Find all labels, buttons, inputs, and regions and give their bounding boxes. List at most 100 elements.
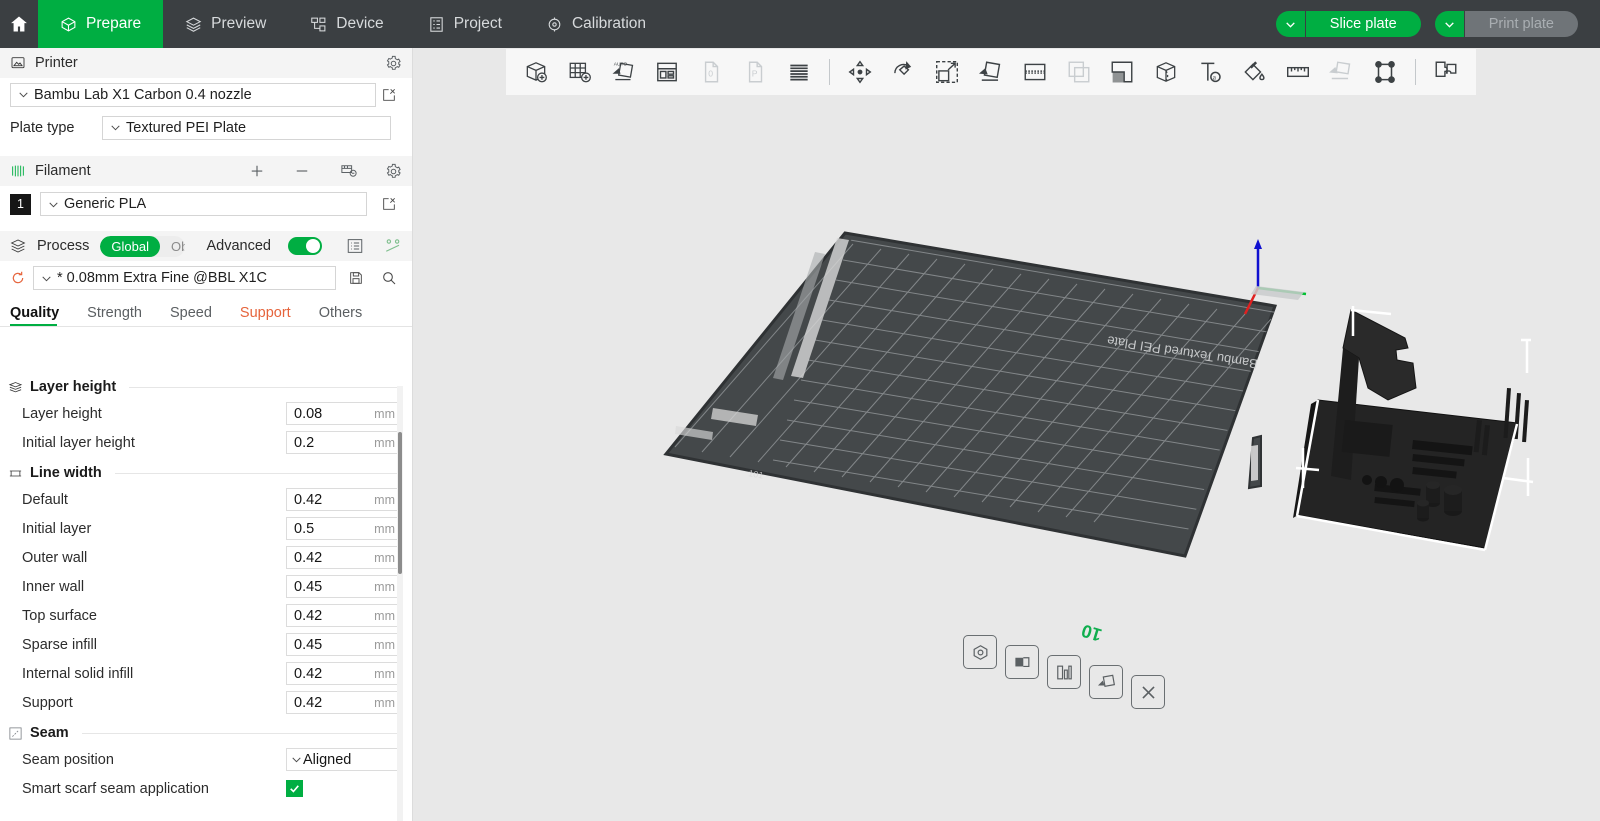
nav-tab-prepare-label: Prepare: [86, 15, 142, 32]
nav-tab-preview-label: Preview: [211, 15, 267, 32]
param-row-default: Default 0.42 mm: [0, 485, 412, 514]
param-input-sparse-infill[interactable]: 0.45 mm: [286, 633, 403, 656]
nav-tab-project[interactable]: Project: [406, 0, 524, 48]
list-document-icon: [428, 16, 445, 33]
support-paint-icon[interactable]: [1103, 52, 1143, 92]
filament-edit-icon[interactable]: [376, 196, 402, 212]
plate-delete-icon[interactable]: [1131, 675, 1165, 709]
color-paint-icon[interactable]: [1234, 52, 1274, 92]
param-label: Internal solid infill: [22, 665, 134, 682]
sidebar-scrollbar-thumb[interactable]: [398, 432, 402, 574]
nav-tab-calibration[interactable]: Calibration: [524, 0, 668, 48]
parameter-diff-icon[interactable]: [384, 237, 402, 255]
param-input-support[interactable]: 0.42 mm: [286, 691, 403, 714]
printer-model-select[interactable]: Bambu Lab X1 Carbon 0.4 nozzle: [10, 82, 376, 107]
rotate-icon[interactable]: [883, 52, 923, 92]
plate-arrange-icon[interactable]: [1047, 655, 1081, 689]
group-title: Seam: [30, 725, 69, 741]
scope-global-option[interactable]: Global: [100, 235, 160, 257]
slice-plate-dropdown-button[interactable]: [1275, 11, 1306, 37]
plate-name-icon[interactable]: [1005, 645, 1039, 679]
bambu-studio-window: Prepare Preview Device Project Calibrati…: [0, 0, 1600, 821]
scale-icon[interactable]: [927, 52, 967, 92]
puzzle-plugin-icon[interactable]: [1426, 52, 1466, 92]
param-input-internal-solid-infill[interactable]: 0.42 mm: [286, 662, 403, 685]
plate-type-select[interactable]: Textured PEI Plate: [102, 115, 391, 140]
filament-section-title: Filament: [35, 163, 91, 179]
nav-tab-device[interactable]: Device: [288, 0, 405, 48]
param-input-outer-wall[interactable]: 0.42 mm: [286, 546, 403, 569]
param-label: Sparse infill: [22, 636, 97, 653]
nav-tab-prepare[interactable]: Prepare: [38, 0, 164, 48]
place-on-face-icon[interactable]: [971, 52, 1011, 92]
paste-object-icon[interactable]: P: [735, 52, 775, 92]
filament-select[interactable]: Generic PLA: [40, 192, 367, 216]
cut-icon[interactable]: [1015, 52, 1055, 92]
param-select-seam-position[interactable]: Aligned: [286, 748, 403, 771]
measure-icon[interactable]: [1278, 52, 1318, 92]
filament-add-button[interactable]: [248, 162, 266, 180]
add-object-icon[interactable]: [516, 52, 556, 92]
variable-layer-height-icon[interactable]: [779, 52, 819, 92]
param-value: 0.45: [294, 578, 323, 595]
scope-objects-option[interactable]: Objects: [160, 236, 185, 257]
printer-edit-icon[interactable]: [376, 87, 402, 103]
save-icon[interactable]: [343, 270, 369, 286]
reset-arrow-icon[interactable]: [10, 270, 26, 286]
tab-quality[interactable]: Quality: [10, 305, 71, 326]
process-scope-segmented[interactable]: Global Objects: [100, 235, 185, 257]
filament-index-badge[interactable]: 1: [10, 193, 31, 215]
auto-arrange-icon[interactable]: AUTO: [604, 52, 644, 92]
printer-settings-gear-icon[interactable]: [385, 55, 402, 72]
line-width-icon: [8, 466, 23, 481]
toggle-knob: [306, 239, 320, 253]
mesh-boolean-icon[interactable]: [1059, 52, 1099, 92]
filament-remove-button[interactable]: [293, 162, 311, 180]
nav-tab-preview[interactable]: Preview: [163, 0, 288, 48]
param-row-initial-layer-height: Initial layer height 0.2 mm: [0, 428, 412, 457]
text-emboss-icon[interactable]: a: [1190, 52, 1230, 92]
filament-settings-gear-icon[interactable]: [385, 163, 402, 180]
param-unit: mm: [374, 521, 395, 536]
param-row-inner-wall: Inner wall 0.45 mm: [0, 572, 412, 601]
advanced-toggle[interactable]: [288, 237, 322, 255]
param-input-top-surface[interactable]: 0.42 mm: [286, 604, 403, 627]
assembly-icon[interactable]: [1322, 52, 1362, 92]
simplify-mesh-icon[interactable]: [1365, 52, 1405, 92]
tab-strength[interactable]: Strength: [85, 305, 154, 326]
3d-viewport[interactable]: 101 Bambu Textured PEI Plate 10 10: [413, 48, 1600, 821]
print-plate-button[interactable]: Print plate: [1464, 11, 1578, 37]
param-input-layer-height[interactable]: 0.08 mm: [286, 402, 403, 425]
process-preset-select[interactable]: * 0.08mm Extra Fine @BBL X1C: [33, 266, 336, 290]
search-icon[interactable]: [376, 270, 402, 286]
sidebar-scrollbar[interactable]: [397, 386, 403, 821]
param-row-smart-scarf-seam: Smart scarf seam application: [0, 774, 412, 803]
layout-split-icon[interactable]: [647, 52, 687, 92]
tab-speed[interactable]: Speed: [168, 305, 224, 326]
add-plate-icon[interactable]: [560, 52, 600, 92]
home-button[interactable]: [0, 0, 38, 48]
move-icon[interactable]: [840, 52, 880, 92]
param-input-inner-wall[interactable]: 0.45 mm: [286, 575, 403, 598]
tab-support[interactable]: Support: [238, 305, 303, 326]
plate-settings-icon[interactable]: [963, 635, 997, 669]
tab-others[interactable]: Others: [317, 305, 375, 326]
param-input-initial-layer-height[interactable]: 0.2 mm: [286, 431, 403, 454]
list-settings-icon[interactable]: [346, 237, 364, 255]
divider: [81, 732, 399, 734]
param-input-initial-layer[interactable]: 0.5 mm: [286, 517, 403, 540]
ams-sync-icon[interactable]: [340, 162, 358, 180]
param-input-default[interactable]: 0.42 mm: [286, 488, 403, 511]
smart-scarf-seam-checkbox[interactable]: [286, 780, 303, 797]
filament-section-header: Filament: [0, 156, 412, 186]
plate-orient-icon[interactable]: [1089, 665, 1123, 699]
viewport-toolbar: AUTO 0 P a: [506, 49, 1476, 95]
process-preset-value: * 0.08mm Extra Fine @BBL X1C: [57, 270, 268, 286]
copy-object-icon[interactable]: 0: [691, 52, 731, 92]
group-title: Line width: [30, 465, 102, 481]
slice-plate-button[interactable]: Slice plate: [1305, 11, 1421, 37]
plate-button-group: Slice plate Print plate: [1275, 11, 1592, 37]
chevron-down-icon: [17, 88, 30, 101]
seam-paint-icon[interactable]: [1146, 52, 1186, 92]
print-plate-dropdown-button[interactable]: [1434, 11, 1465, 37]
